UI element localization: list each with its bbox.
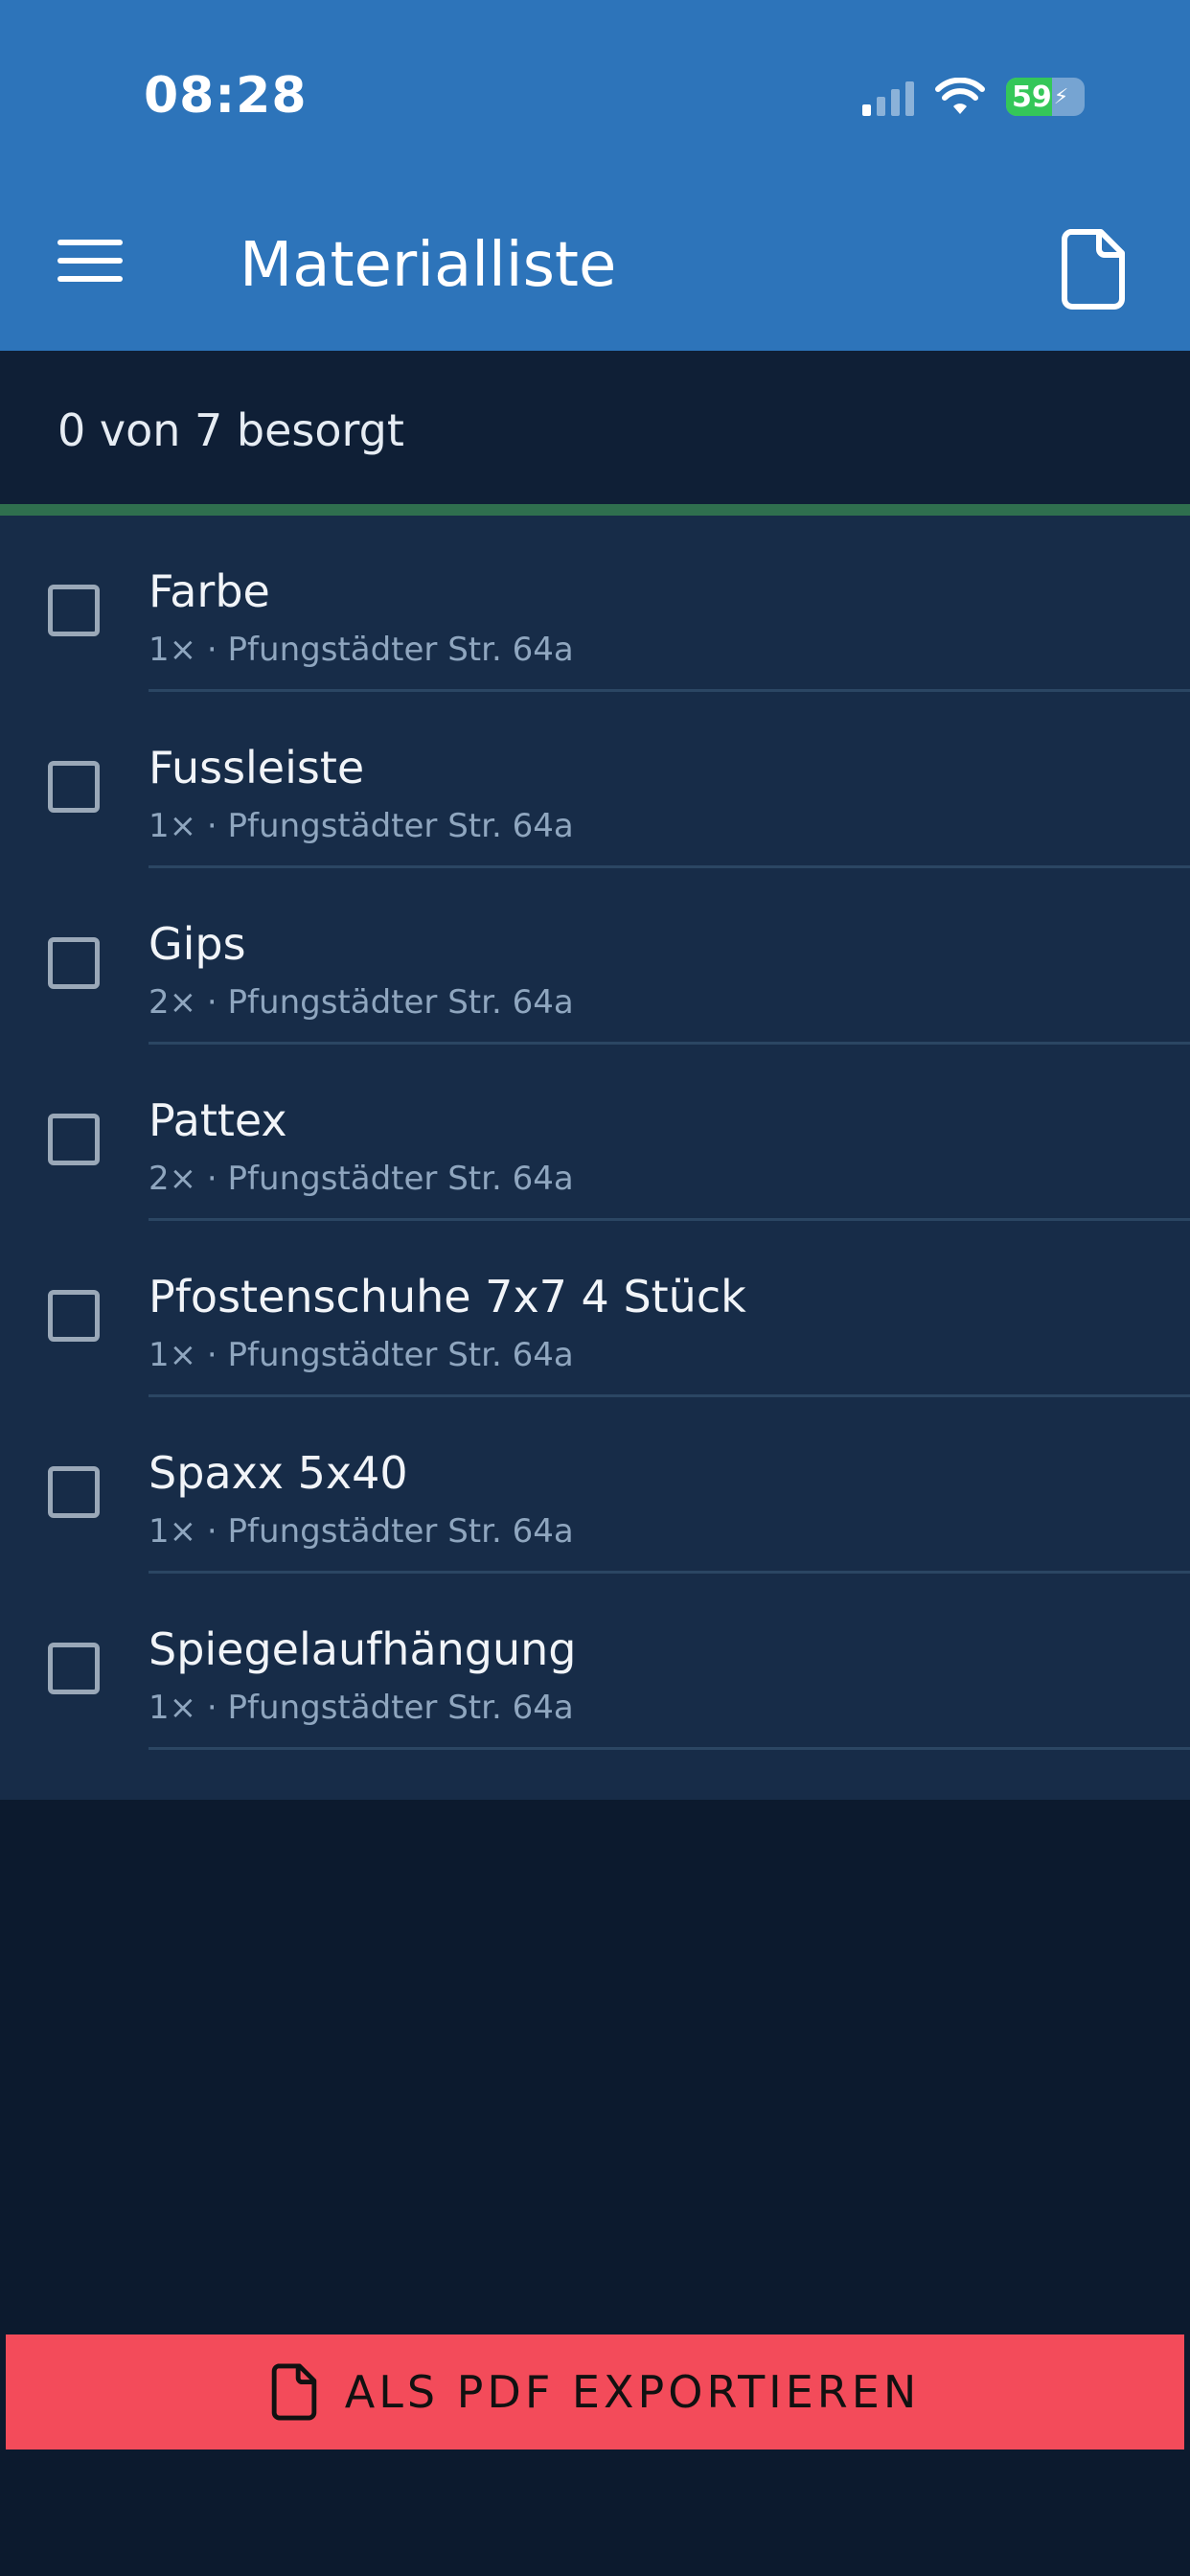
item-detail: 2× · Pfungstädter Str. 64a [149,1160,574,1198]
item-name: Gips [149,918,246,970]
list-item[interactable]: Spiegelaufhängung 1× · Pfungstädter Str.… [0,1574,1190,1750]
item-name: Pattex [149,1094,287,1146]
item-name: Farbe [149,565,270,617]
progress-bar [0,504,1190,516]
cellular-signal-icon [862,78,914,116]
progress-text: 0 von 7 besorgt [57,404,404,456]
list-item[interactable]: Gips 2× · Pfungstädter Str. 64a [0,868,1190,1045]
item-checkbox[interactable] [48,1114,100,1165]
list-item[interactable]: Spaxx 5x40 1× · Pfungstädter Str. 64a [0,1397,1190,1574]
item-detail: 1× · Pfungstädter Str. 64a [149,807,574,845]
hamburger-menu-icon [57,240,123,245]
charging-bolt-icon: ⚡ [1053,84,1069,109]
export-pdf-button[interactable]: ALS PDF EXPORTIEREN [6,2334,1184,2450]
item-checkbox[interactable] [48,585,100,636]
item-detail: 1× · Pfungstädter Str. 64a [149,631,574,669]
list-item[interactable]: Fussleiste 1× · Pfungstädter Str. 64a [0,692,1190,868]
menu-button[interactable] [57,240,130,293]
wifi-icon [935,78,985,114]
progress-summary: 0 von 7 besorgt [0,351,1190,504]
app-header: 08:28 59 ⚡ Materialliste [0,0,1190,351]
battery-icon: 59 ⚡ [1006,78,1085,116]
status-icons: 59 ⚡ [862,73,1085,121]
item-detail: 1× · Pfungstädter Str. 64a [149,1512,574,1551]
item-name: Fussleiste [149,742,365,794]
item-detail: 1× · Pfungstädter Str. 64a [149,1336,574,1374]
item-checkbox[interactable] [48,1290,100,1342]
status-time: 08:28 [144,67,308,125]
battery-percentage: 59 [1012,80,1052,114]
page-title: Materialliste [240,230,617,301]
list-item[interactable]: Pattex 2× · Pfungstädter Str. 64a [0,1045,1190,1221]
divider [149,1747,1190,1750]
material-list: Farbe 1× · Pfungstädter Str. 64a Fusslei… [0,516,1190,1800]
item-checkbox[interactable] [48,761,100,813]
item-detail: 1× · Pfungstädter Str. 64a [149,1689,574,1727]
item-checkbox[interactable] [48,1466,100,1518]
pdf-action-button[interactable] [1059,228,1128,310]
document-icon [1062,229,1125,310]
list-item[interactable]: Farbe 1× · Pfungstädter Str. 64a [0,516,1190,692]
progress-bar-fill [0,504,1190,516]
list-item[interactable]: Pfostenschuhe 7x7 4 Stück 1× · Pfungstäd… [0,1221,1190,1397]
item-checkbox[interactable] [48,1643,100,1694]
item-name: Spaxx 5x40 [149,1447,408,1499]
document-icon [271,2363,317,2421]
item-name: Spiegelaufhängung [149,1623,577,1675]
item-name: Pfostenschuhe 7x7 4 Stück [149,1271,746,1322]
export-pdf-label: ALS PDF EXPORTIEREN [344,2366,921,2418]
item-detail: 2× · Pfungstädter Str. 64a [149,983,574,1022]
item-checkbox[interactable] [48,937,100,989]
